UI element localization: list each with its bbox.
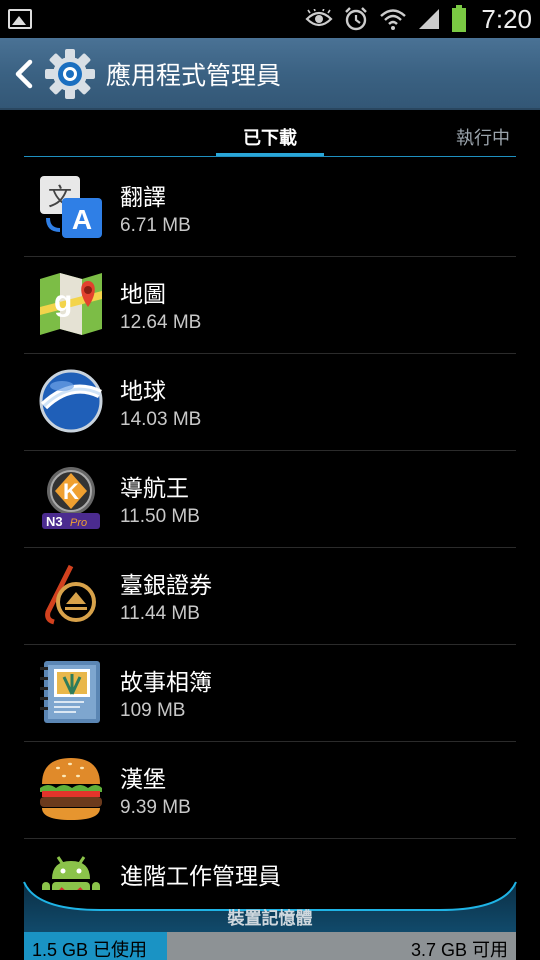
app-size: 6.71 MB [120, 215, 191, 236]
wifi-icon [380, 9, 407, 30]
burger-icon [40, 758, 102, 820]
app-name: 臺銀證券 [120, 573, 212, 599]
storage-free-text: 3.7 GB 可用 [410, 940, 508, 960]
app-list: 文 A 翻譯 6.71 MB g 地圖 12.64 MB 地球 14.03 MB [24, 160, 516, 890]
app-name: 翻譯 [120, 185, 166, 211]
app-name: 地球 [120, 379, 166, 405]
status-bar: 7:20 [0, 0, 540, 38]
settings-gear-icon [45, 49, 95, 99]
tab-running[interactable]: 執行中 [456, 124, 510, 150]
eye-icon [305, 9, 333, 27]
gallery-icon [8, 9, 32, 29]
app-name: 漢堡 [120, 767, 166, 793]
maps-icon: g [40, 273, 102, 335]
translate-icon: 文 A [40, 176, 102, 238]
tab-downloaded[interactable]: 已下載 [216, 124, 324, 150]
earth-icon [39, 369, 103, 433]
svg-text:N3: N3 [46, 514, 63, 529]
app-row-burger[interactable]: 漢堡 9.39 MB [24, 742, 516, 839]
navking-icon: K N3 Pro [42, 467, 100, 529]
clock-time: 7:20 [481, 3, 532, 34]
app-size: 9.39 MB [120, 797, 191, 818]
app-name: 導航王 [120, 476, 189, 502]
app-size: 11.50 MB [120, 506, 200, 527]
app-row-story-album[interactable]: 故事相簿 109 MB [24, 645, 516, 742]
bank-securities-icon [45, 564, 96, 625]
storage-label: 裝置記憶體 [227, 909, 313, 929]
story-album-icon [40, 661, 100, 723]
app-name: 地圖 [120, 282, 166, 308]
app-size: 14.03 MB [120, 409, 202, 430]
svg-text:K: K [63, 479, 79, 504]
alarm-icon [345, 7, 368, 31]
storage-panel: 裝置記憶體 1.5 GB 已使用 3.7 GB 可用 [0, 880, 540, 960]
app-row-bank-securities[interactable]: 臺銀證券 11.44 MB [24, 548, 516, 645]
app-name: 故事相簿 [120, 670, 212, 696]
back-arrow-icon[interactable] [10, 58, 40, 90]
tab-divider [24, 156, 516, 157]
tab-bar: 已下載 執行中 [0, 110, 540, 160]
app-row-maps[interactable]: g 地圖 12.64 MB [24, 257, 516, 354]
storage-used-text: 1.5 GB 已使用 [32, 940, 148, 960]
storage-bar: 1.5 GB 已使用 3.7 GB 可用 [24, 932, 516, 960]
battery-icon [452, 5, 467, 32]
page-title: 應用程式管理員 [106, 61, 282, 90]
app-size: 11.44 MB [120, 603, 200, 624]
app-size: 12.64 MB [120, 312, 202, 333]
app-row-navking[interactable]: K N3 Pro 導航王 11.50 MB [24, 451, 516, 548]
svg-text:A: A [72, 204, 92, 235]
app-row-translate[interactable]: 文 A 翻譯 6.71 MB [24, 160, 516, 257]
svg-text:g: g [54, 285, 72, 318]
svg-text:Pro: Pro [70, 517, 87, 529]
app-row-earth[interactable]: 地球 14.03 MB [24, 354, 516, 451]
signal-icon [419, 9, 440, 29]
app-header: 應用程式管理員 [0, 38, 540, 110]
app-size: 109 MB [120, 700, 186, 721]
